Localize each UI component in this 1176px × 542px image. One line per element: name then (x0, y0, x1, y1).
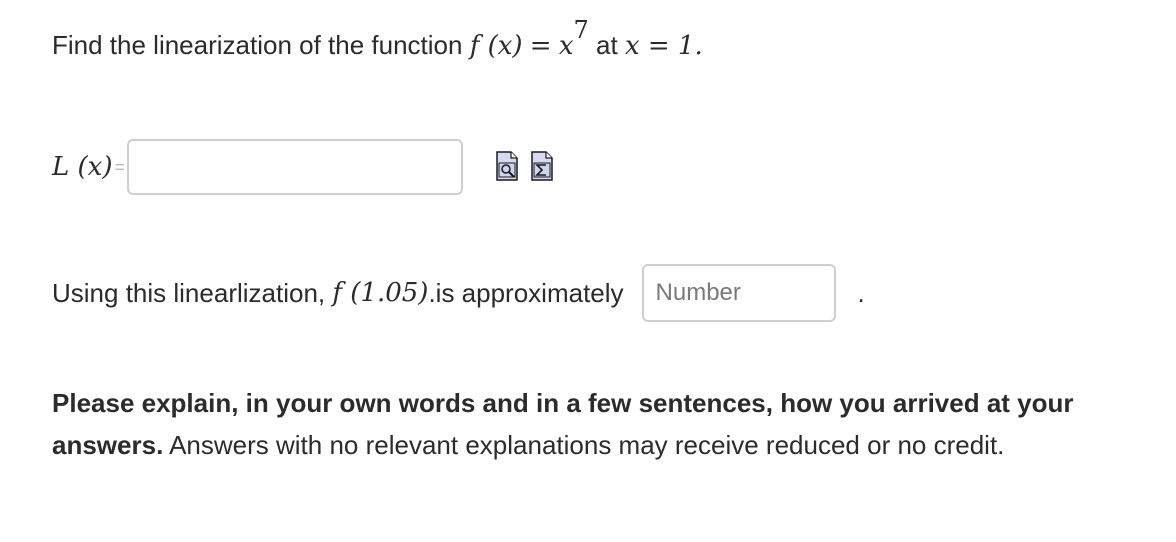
approx-prompt-text: Using this linearlization, (52, 277, 326, 308)
linearization-answer-row: L (x) = (52, 138, 463, 196)
equation-editor-icon[interactable] (531, 151, 553, 181)
explanation-normal-text: Answers with no relevant explanations ma… (163, 430, 1005, 460)
question-approximation-prompt: Using this linearlization, f (1.05) .is a… (52, 264, 865, 322)
function-base: x (558, 31, 574, 61)
approximation-number-input[interactable] (641, 264, 836, 322)
at-text: at (596, 30, 618, 60)
question-linearization-prompt: Find the linearization of the function f… (52, 16, 703, 61)
linearization-equals: = (114, 156, 125, 177)
point-value: x = 1. (624, 31, 703, 61)
explanation-instructions: Please explain, in your own words and in… (52, 382, 1142, 466)
approx-function-expression: f (1.05) (332, 278, 429, 308)
linearization-label: L (x) (52, 152, 113, 182)
approx-suffix-text: .is approximately (428, 277, 624, 308)
trailing-period: . (857, 277, 865, 308)
prompt-text: Find the linearization of the function (52, 30, 463, 60)
function-exponent: 7 (573, 16, 589, 44)
equals-sign: = (529, 31, 552, 61)
function-notation: f (x) (469, 31, 523, 61)
preview-icon[interactable] (496, 151, 518, 181)
linearization-input[interactable] (127, 139, 463, 195)
